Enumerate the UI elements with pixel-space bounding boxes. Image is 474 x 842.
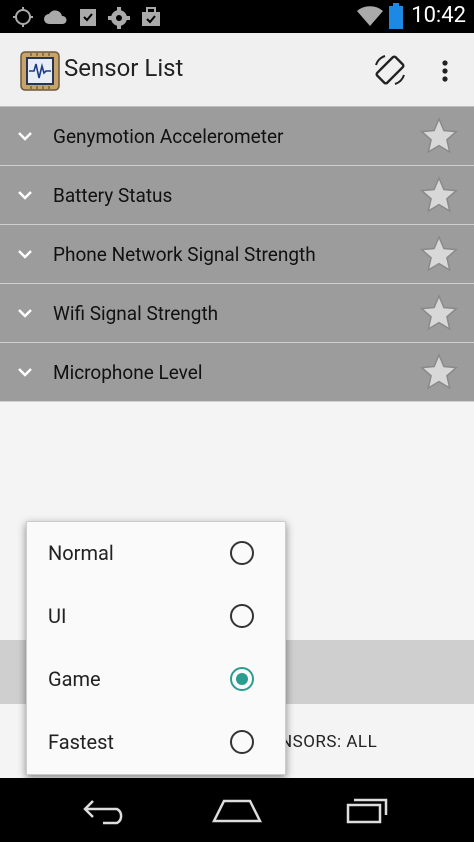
radio-button[interactable] [230, 604, 254, 628]
sensor-row[interactable]: Wifi Signal Strength [0, 284, 474, 343]
rate-option-fastest[interactable]: Fastest [27, 711, 285, 774]
sensor-label: Phone Network Signal Strength [53, 243, 316, 266]
status-bar: 10:42 [0, 0, 474, 33]
sensor-label: Genymotion Accelerometer [53, 125, 284, 148]
more-vert-icon [442, 60, 448, 82]
sensor-row[interactable]: Battery Status [0, 166, 474, 225]
clipboard-check-icon [80, 9, 96, 26]
recents-button[interactable] [338, 790, 398, 830]
chevron-down-icon[interactable] [14, 184, 36, 206]
sensors-filter-text: NSORS: ALL [280, 732, 378, 752]
rate-option-game[interactable]: Game [27, 648, 285, 711]
briefcase-check-icon [142, 7, 160, 26]
rate-option-normal[interactable]: Normal [27, 522, 285, 585]
sensor-label: Battery Status [53, 184, 173, 207]
screen-rotation-button[interactable] [370, 50, 410, 90]
star-icon[interactable] [420, 176, 458, 214]
sensor-list: Genymotion Accelerometer Battery Status … [0, 107, 474, 402]
sync-icon [13, 7, 33, 27]
sensor-row[interactable]: Genymotion Accelerometer [0, 107, 474, 166]
sensor-rate-popup: Normal UI Game Fastest [26, 521, 286, 775]
wifi-icon [357, 6, 383, 26]
screen-rotation-icon [375, 55, 405, 85]
recents-icon [346, 798, 388, 824]
radio-button-selected[interactable] [230, 667, 254, 691]
radio-button[interactable] [230, 730, 254, 754]
star-icon[interactable] [420, 294, 458, 332]
rate-option-ui[interactable]: UI [27, 585, 285, 648]
overflow-menu-button[interactable] [428, 53, 462, 89]
home-button[interactable] [207, 790, 267, 830]
sensor-label: Wifi Signal Strength [53, 302, 219, 325]
star-icon[interactable] [420, 235, 458, 273]
home-icon [211, 799, 263, 823]
settings-icon [108, 7, 130, 29]
clock: 10:42 [411, 3, 466, 28]
radio-button[interactable] [230, 541, 254, 565]
chevron-down-icon[interactable] [14, 361, 36, 383]
cloud-icon [44, 10, 67, 24]
sensor-row[interactable]: Microphone Level [0, 343, 474, 402]
sensor-row[interactable]: Phone Network Signal Strength [0, 225, 474, 284]
rate-option-label: UI [48, 604, 67, 628]
star-icon[interactable] [420, 117, 458, 155]
navigation-bar [0, 778, 474, 842]
rate-option-label: Fastest [48, 730, 114, 754]
chevron-down-icon[interactable] [14, 302, 36, 324]
rate-option-label: Normal [48, 541, 114, 565]
rate-option-label: Game [48, 667, 101, 691]
chevron-down-icon[interactable] [14, 243, 36, 265]
star-icon[interactable] [420, 353, 458, 391]
app-logo-icon [20, 51, 60, 91]
sensor-label: Microphone Level [53, 361, 203, 384]
back-icon [83, 800, 123, 825]
back-button[interactable] [76, 790, 136, 830]
page-title: Sensor List [64, 54, 184, 82]
chevron-down-icon[interactable] [14, 125, 36, 147]
action-bar: Sensor List [0, 33, 474, 107]
battery-icon [389, 3, 403, 29]
